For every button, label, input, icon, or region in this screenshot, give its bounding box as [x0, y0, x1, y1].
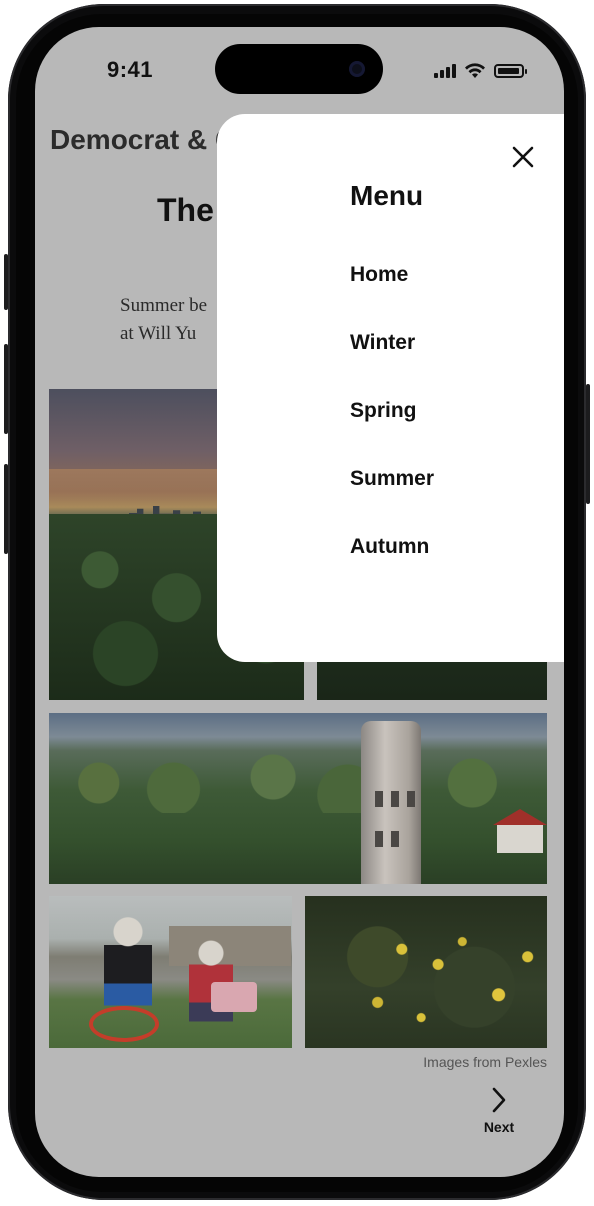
menu-item-autumn[interactable]: Autumn [350, 534, 434, 602]
menu-item-home[interactable]: Home [350, 262, 434, 330]
menu-drawer: Menu Home Winter Spring Summer Autumn [217, 114, 564, 662]
images-credit: Images from Pexles [423, 1054, 547, 1070]
menu-list: Home Winter Spring Summer Autumn [350, 262, 434, 602]
battery-icon [494, 64, 527, 78]
site-brand[interactable]: Democrat & C [50, 124, 235, 156]
menu-item-spring[interactable]: Spring [350, 398, 434, 466]
status-time: 9:41 [107, 57, 154, 82]
menu-item-summer[interactable]: Summer [350, 466, 434, 534]
wifi-icon [465, 63, 485, 78]
yellow-wildflowers-photo [305, 896, 547, 1048]
chevron-right-icon [492, 1087, 506, 1113]
kids-on-bikes-photo [49, 896, 292, 1048]
next-button[interactable]: Next [475, 1087, 523, 1135]
power-button [586, 384, 590, 504]
water-tower-aerial-photo [49, 713, 547, 884]
front-camera [349, 61, 365, 77]
menu-close-button[interactable] [507, 141, 539, 173]
close-icon [512, 146, 534, 168]
page-title: The [157, 192, 214, 228]
status-icons [434, 63, 527, 79]
action-button [4, 254, 8, 310]
screen: 9:41 Democrat & C The Summer be at Will … [35, 27, 564, 1177]
volume-down-button [4, 464, 8, 554]
dynamic-island [215, 44, 383, 94]
menu-item-winter[interactable]: Winter [350, 330, 434, 398]
next-label: Next [483, 1119, 515, 1135]
cellular-signal-icon [434, 64, 456, 78]
volume-up-button [4, 344, 8, 434]
menu-title: Menu [350, 180, 424, 211]
